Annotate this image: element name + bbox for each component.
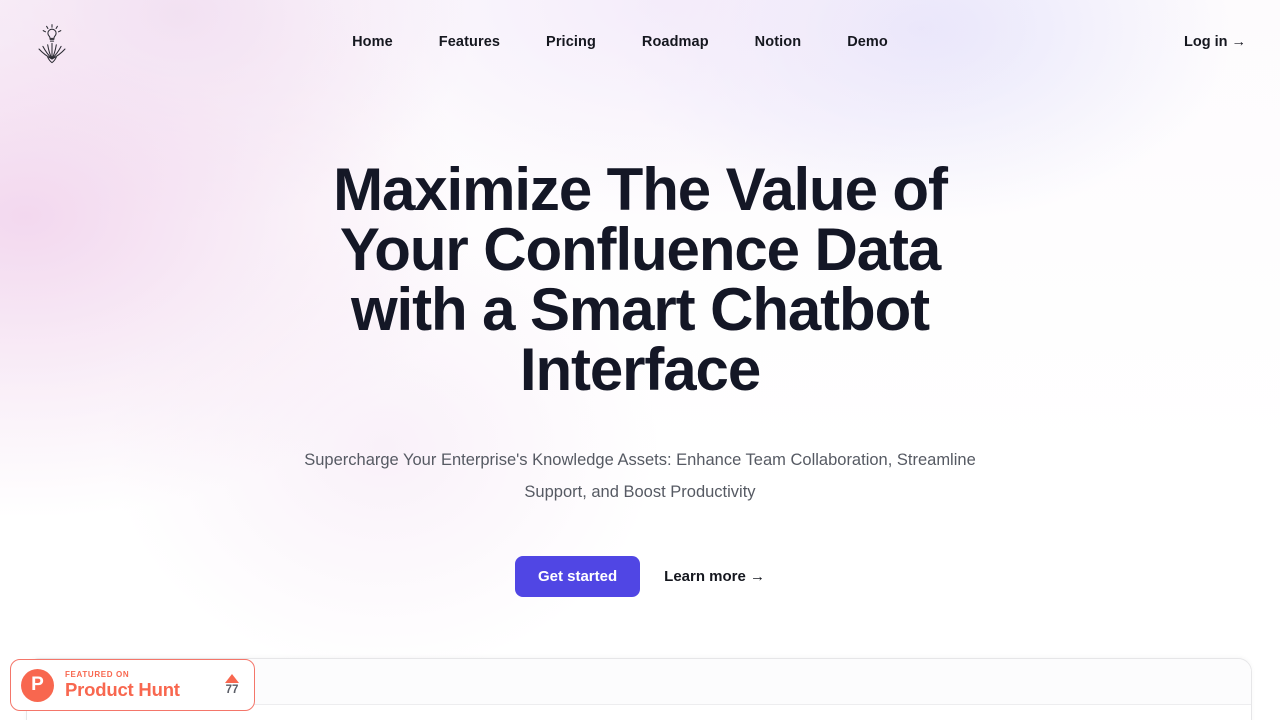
main-navigation: Home Features Pricing Roadmap Notion Dem…: [56, 34, 1184, 50]
product-hunt-upvotes[interactable]: 77: [225, 673, 241, 697]
nav-item-home[interactable]: Home: [352, 34, 393, 50]
hero-subtitle: Supercharge Your Enterprise's Knowledge …: [304, 451, 976, 501]
nav-item-pricing[interactable]: Pricing: [546, 34, 596, 50]
product-hunt-count: 77: [225, 683, 239, 696]
site-header: Home Features Pricing Roadmap Notion Dem…: [0, 0, 1280, 84]
page-title: Maximize The Value of Your Confluence Da…: [333, 156, 948, 403]
caret-up-icon: [225, 673, 239, 683]
product-hunt-logo-icon: P: [21, 668, 54, 702]
product-hunt-kicker: FEATURED ON: [65, 669, 130, 679]
login-link[interactable]: Log in →: [1184, 34, 1246, 50]
hero-section: Maximize The Value of Your Confluence Da…: [0, 84, 1280, 597]
product-hunt-name: Product Hunt: [65, 678, 180, 700]
nav-item-roadmap[interactable]: Roadmap: [642, 34, 709, 50]
nav-item-notion[interactable]: Notion: [755, 34, 802, 50]
product-hunt-badge[interactable]: P FEATURED ON Product Hunt 77: [10, 659, 255, 711]
nav-item-demo[interactable]: Demo: [847, 34, 888, 50]
get-started-button[interactable]: Get started: [514, 556, 641, 597]
nav-item-features[interactable]: Features: [439, 34, 500, 50]
learn-more-link[interactable]: Learn more →: [664, 568, 765, 585]
hero-cta-group: Get started Learn more →: [0, 556, 1280, 597]
product-hunt-text: FEATURED ON Product Hunt: [65, 669, 214, 700]
landing-page: Home Features Pricing Roadmap Notion Dem…: [0, 0, 1280, 720]
